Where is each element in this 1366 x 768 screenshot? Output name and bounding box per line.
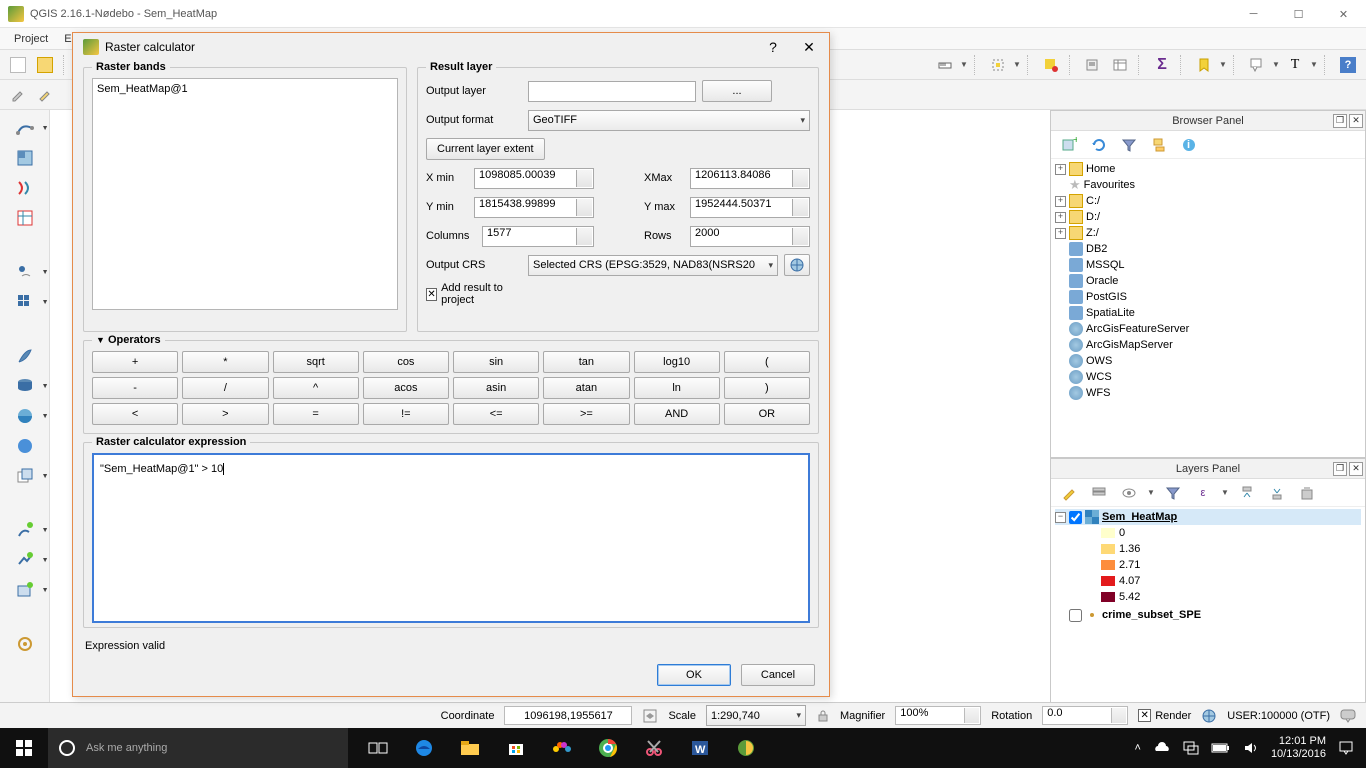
operator-button-[interactable]: ( xyxy=(724,351,810,373)
operator-button-acos[interactable]: acos xyxy=(363,377,449,399)
xmax-spinner[interactable]: 1206113.84086 xyxy=(690,168,810,189)
operator-button-[interactable]: + xyxy=(92,351,178,373)
operator-button-[interactable]: ^ xyxy=(273,377,359,399)
crs-label: Output CRS xyxy=(426,259,522,271)
xmin-spinner[interactable]: 1098085.00039 xyxy=(474,168,594,189)
dialog-app-icon xyxy=(83,39,99,55)
expression-status: Expression valid xyxy=(83,636,819,656)
xmax-label: XMax xyxy=(644,172,684,184)
operator-button-asin[interactable]: asin xyxy=(453,377,539,399)
ymax-spinner[interactable]: 1952444.50371 xyxy=(690,197,810,218)
operator-button-cos[interactable]: cos xyxy=(363,351,449,373)
operator-button-[interactable]: / xyxy=(182,377,268,399)
crs-select-button[interactable] xyxy=(784,254,810,276)
crs-combo[interactable]: Selected CRS (EPSG:3529, NAD83(NSRS20 xyxy=(528,255,778,276)
rows-spinner[interactable]: 2000 xyxy=(690,226,810,247)
add-result-checkbox[interactable]: ✕Add result to project xyxy=(426,282,522,306)
operator-button-[interactable]: <= xyxy=(453,403,539,425)
output-layer-browse-button[interactable]: ... xyxy=(702,80,772,102)
operator-button-[interactable]: != xyxy=(363,403,449,425)
operator-button-[interactable]: < xyxy=(92,403,178,425)
raster-band-item[interactable]: Sem_HeatMap@1 xyxy=(97,83,393,95)
operator-button-AND[interactable]: AND xyxy=(634,403,720,425)
columns-label: Columns xyxy=(426,230,476,242)
result-layer-group: Result layer Output layer ... Output for… xyxy=(417,67,819,332)
operator-button-[interactable]: > xyxy=(182,403,268,425)
dialog-title: Raster calculator xyxy=(105,40,195,54)
ymin-label: Y min xyxy=(426,201,468,213)
dialog-ok-button[interactable]: OK xyxy=(657,664,731,686)
raster-bands-group: Raster bands Sem_HeatMap@1 xyxy=(83,67,407,332)
raster-calculator-dialog: Raster calculator ? ✕ Raster bands Sem_H… xyxy=(72,32,830,697)
dialog-cancel-button[interactable]: Cancel xyxy=(741,664,815,686)
dialog-help-button[interactable]: ? xyxy=(763,37,783,57)
expression-textarea[interactable]: "Sem_HeatMap@1" > 10 xyxy=(92,453,810,623)
xmin-label: X min xyxy=(426,172,468,184)
columns-spinner[interactable]: 1577 xyxy=(482,226,594,247)
expression-group: Raster calculator expression "Sem_HeatMa… xyxy=(83,442,819,628)
operators-group: ▼ Operators +*sqrtcossintanlog10(-/^acos… xyxy=(83,340,819,434)
rows-label: Rows xyxy=(644,230,684,242)
dialog-close-button[interactable]: ✕ xyxy=(799,37,819,57)
output-layer-input[interactable] xyxy=(528,81,696,102)
raster-bands-list[interactable]: Sem_HeatMap@1 xyxy=(92,78,398,310)
output-format-label: Output format xyxy=(426,114,522,126)
operator-button-tan[interactable]: tan xyxy=(543,351,629,373)
operator-button-[interactable]: ) xyxy=(724,377,810,399)
operator-button-[interactable]: = xyxy=(273,403,359,425)
operator-button-sqrt[interactable]: sqrt xyxy=(273,351,359,373)
operator-button-sin[interactable]: sin xyxy=(453,351,539,373)
current-extent-button[interactable]: Current layer extent xyxy=(426,138,545,160)
output-format-combo[interactable]: GeoTIFF xyxy=(528,110,810,131)
operator-button-OR[interactable]: OR xyxy=(724,403,810,425)
operator-button-[interactable]: >= xyxy=(543,403,629,425)
ymin-spinner[interactable]: 1815438.99899 xyxy=(474,197,594,218)
operator-button-[interactable]: - xyxy=(92,377,178,399)
operator-button-[interactable]: * xyxy=(182,351,268,373)
operator-button-log10[interactable]: log10 xyxy=(634,351,720,373)
operator-button-atan[interactable]: atan xyxy=(543,377,629,399)
ymax-label: Y max xyxy=(644,201,684,213)
output-layer-label: Output layer xyxy=(426,85,522,97)
operator-button-ln[interactable]: ln xyxy=(634,377,720,399)
